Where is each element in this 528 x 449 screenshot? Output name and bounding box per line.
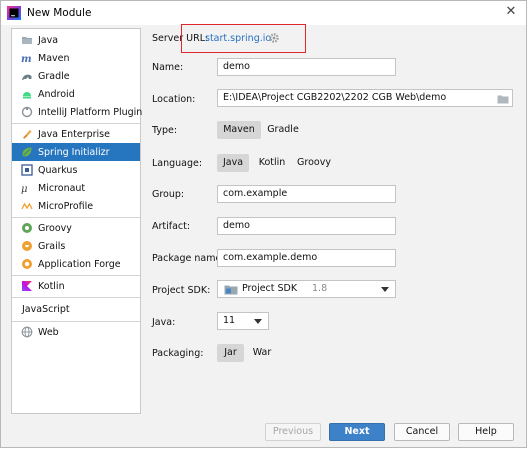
project-sdk-label: Project SDK: bbox=[152, 285, 211, 296]
gradle-icon bbox=[21, 70, 33, 82]
svg-text:m: m bbox=[21, 54, 32, 64]
sidebar-item-kotlin[interactable]: Kotlin bbox=[12, 277, 140, 295]
spring-icon bbox=[21, 146, 33, 158]
sidebar-divider bbox=[12, 321, 140, 322]
sidebar-item-microprofile[interactable]: MicroProfile bbox=[12, 197, 140, 215]
sidebar-item-label: Maven bbox=[38, 52, 70, 64]
artifact-label: Artifact: bbox=[152, 221, 191, 232]
groovy-icon bbox=[21, 222, 33, 234]
sidebar-item-label: Android bbox=[38, 88, 75, 100]
sidebar-item-label: Java Enterprise bbox=[38, 128, 110, 140]
chevron-down-icon bbox=[254, 319, 262, 324]
close-button[interactable]: ✕ bbox=[504, 5, 518, 19]
android-icon bbox=[21, 88, 33, 100]
next-button[interactable]: Next bbox=[329, 423, 385, 441]
name-label: Name: bbox=[152, 62, 184, 73]
java-version-dropdown[interactable]: 11 bbox=[217, 312, 269, 330]
web-icon bbox=[21, 326, 33, 338]
sidebar-item-spring-initializr[interactable]: Spring Initializr bbox=[12, 143, 140, 161]
highlight-box bbox=[181, 24, 306, 53]
folder-browse-icon[interactable] bbox=[497, 94, 509, 104]
language-label: Language: bbox=[152, 158, 203, 169]
micronaut-icon: μ bbox=[21, 182, 33, 194]
java-version-label: Java: bbox=[152, 317, 176, 328]
sidebar-item-javascript[interactable]: JavaScript bbox=[12, 300, 140, 318]
sidebar-item-web[interactable]: Web bbox=[12, 323, 140, 341]
dialog-title: New Module bbox=[27, 7, 92, 19]
sidebar-item-label: Groovy bbox=[38, 222, 72, 234]
sidebar-item-grails[interactable]: Grails bbox=[12, 237, 140, 255]
sidebar-item-label: Application Forge bbox=[38, 258, 121, 270]
type-label: Type: bbox=[152, 125, 178, 136]
type-option-gradle[interactable]: Gradle bbox=[265, 121, 301, 139]
maven-icon: m bbox=[21, 52, 33, 64]
kotlin-icon bbox=[21, 280, 33, 292]
project-sdk-version: 1.8 bbox=[312, 283, 328, 294]
sidebar-item-label: Web bbox=[38, 326, 59, 338]
sidebar-item-label: MicroProfile bbox=[38, 200, 94, 212]
grails-icon bbox=[21, 240, 33, 252]
packaging-option-jar[interactable]: Jar bbox=[217, 344, 244, 362]
package-name-label: Package name: bbox=[152, 253, 225, 264]
sidebar-item-quarkus[interactable]: Quarkus bbox=[12, 161, 140, 179]
sidebar-item-application-forge[interactable]: Application Forge bbox=[12, 255, 140, 273]
new-module-dialog: New Module ✕ Java m Maven Gradle Android… bbox=[0, 0, 527, 448]
folder-sdk-icon bbox=[224, 284, 238, 295]
artifact-field[interactable]: demo bbox=[217, 217, 396, 235]
java-version-value: 11 bbox=[223, 315, 236, 326]
sidebar-divider bbox=[12, 217, 140, 218]
cancel-button[interactable]: Cancel bbox=[394, 423, 450, 441]
sidebar-item-label: Gradle bbox=[38, 70, 70, 82]
microprofile-icon bbox=[21, 200, 33, 212]
java-enterprise-icon bbox=[21, 128, 33, 140]
packaging-option-war[interactable]: War bbox=[249, 344, 275, 362]
language-option-kotlin[interactable]: Kotlin bbox=[255, 154, 289, 172]
location-label: Location: bbox=[152, 94, 196, 105]
language-option-java[interactable]: Java bbox=[217, 154, 249, 172]
sidebar-item-java[interactable]: Java bbox=[12, 31, 140, 49]
sidebar-item-android[interactable]: Android bbox=[12, 85, 140, 103]
sidebar-item-label: Java bbox=[38, 34, 59, 46]
type-option-maven[interactable]: Maven bbox=[217, 121, 261, 139]
chevron-down-icon bbox=[381, 287, 389, 292]
group-label: Group: bbox=[152, 189, 185, 200]
sidebar-divider bbox=[12, 275, 140, 276]
sidebar-item-intellij-platform-plugin[interactable]: IntelliJ Platform Plugin bbox=[12, 103, 143, 121]
quarkus-icon bbox=[21, 164, 33, 176]
project-sdk-dropdown[interactable]: Project SDK 1.8 bbox=[217, 280, 396, 298]
sidebar-item-micronaut[interactable]: μ Micronaut bbox=[12, 179, 140, 197]
intellij-logo-icon bbox=[6, 5, 22, 21]
folder-java-icon bbox=[21, 34, 33, 46]
project-sdk-name: Project SDK bbox=[242, 283, 298, 294]
help-button[interactable]: Help bbox=[458, 423, 514, 441]
sidebar-item-groovy[interactable]: Groovy bbox=[12, 219, 140, 237]
sidebar-item-label: JavaScript bbox=[22, 303, 70, 315]
previous-button[interactable]: Previous bbox=[265, 423, 321, 441]
sidebar-item-label: Spring Initializr bbox=[38, 146, 110, 158]
plugin-icon bbox=[21, 106, 33, 118]
sidebar-item-label: Quarkus bbox=[38, 164, 78, 176]
sidebar-item-java-enterprise[interactable]: Java Enterprise bbox=[12, 125, 140, 143]
svg-text:μ: μ bbox=[21, 184, 28, 194]
module-type-list: Java m Maven Gradle Android IntelliJ Pla… bbox=[11, 28, 143, 414]
sidebar-item-label: Micronaut bbox=[38, 182, 86, 194]
sidebar-divider bbox=[12, 123, 140, 124]
location-field[interactable]: E:\IDEA\Project CGB2202\2202 CGB Web\dem… bbox=[217, 89, 513, 107]
sidebar-item-gradle[interactable]: Gradle bbox=[12, 67, 140, 85]
sidebar-item-maven[interactable]: m Maven bbox=[12, 49, 140, 67]
packaging-label: Packaging: bbox=[152, 348, 204, 359]
package-name-field[interactable]: com.example.demo bbox=[217, 249, 396, 267]
title-bar: New Module ✕ bbox=[1, 1, 526, 25]
sidebar-item-label: IntelliJ Platform Plugin bbox=[38, 106, 143, 118]
language-option-groovy[interactable]: Groovy bbox=[295, 154, 333, 172]
group-field[interactable]: com.example bbox=[217, 185, 396, 203]
sidebar-divider bbox=[12, 297, 140, 298]
sidebar-item-label: Grails bbox=[38, 240, 66, 252]
sidebar-item-label: Kotlin bbox=[38, 280, 65, 292]
application-forge-icon bbox=[21, 258, 33, 270]
name-field[interactable]: demo bbox=[217, 58, 396, 76]
